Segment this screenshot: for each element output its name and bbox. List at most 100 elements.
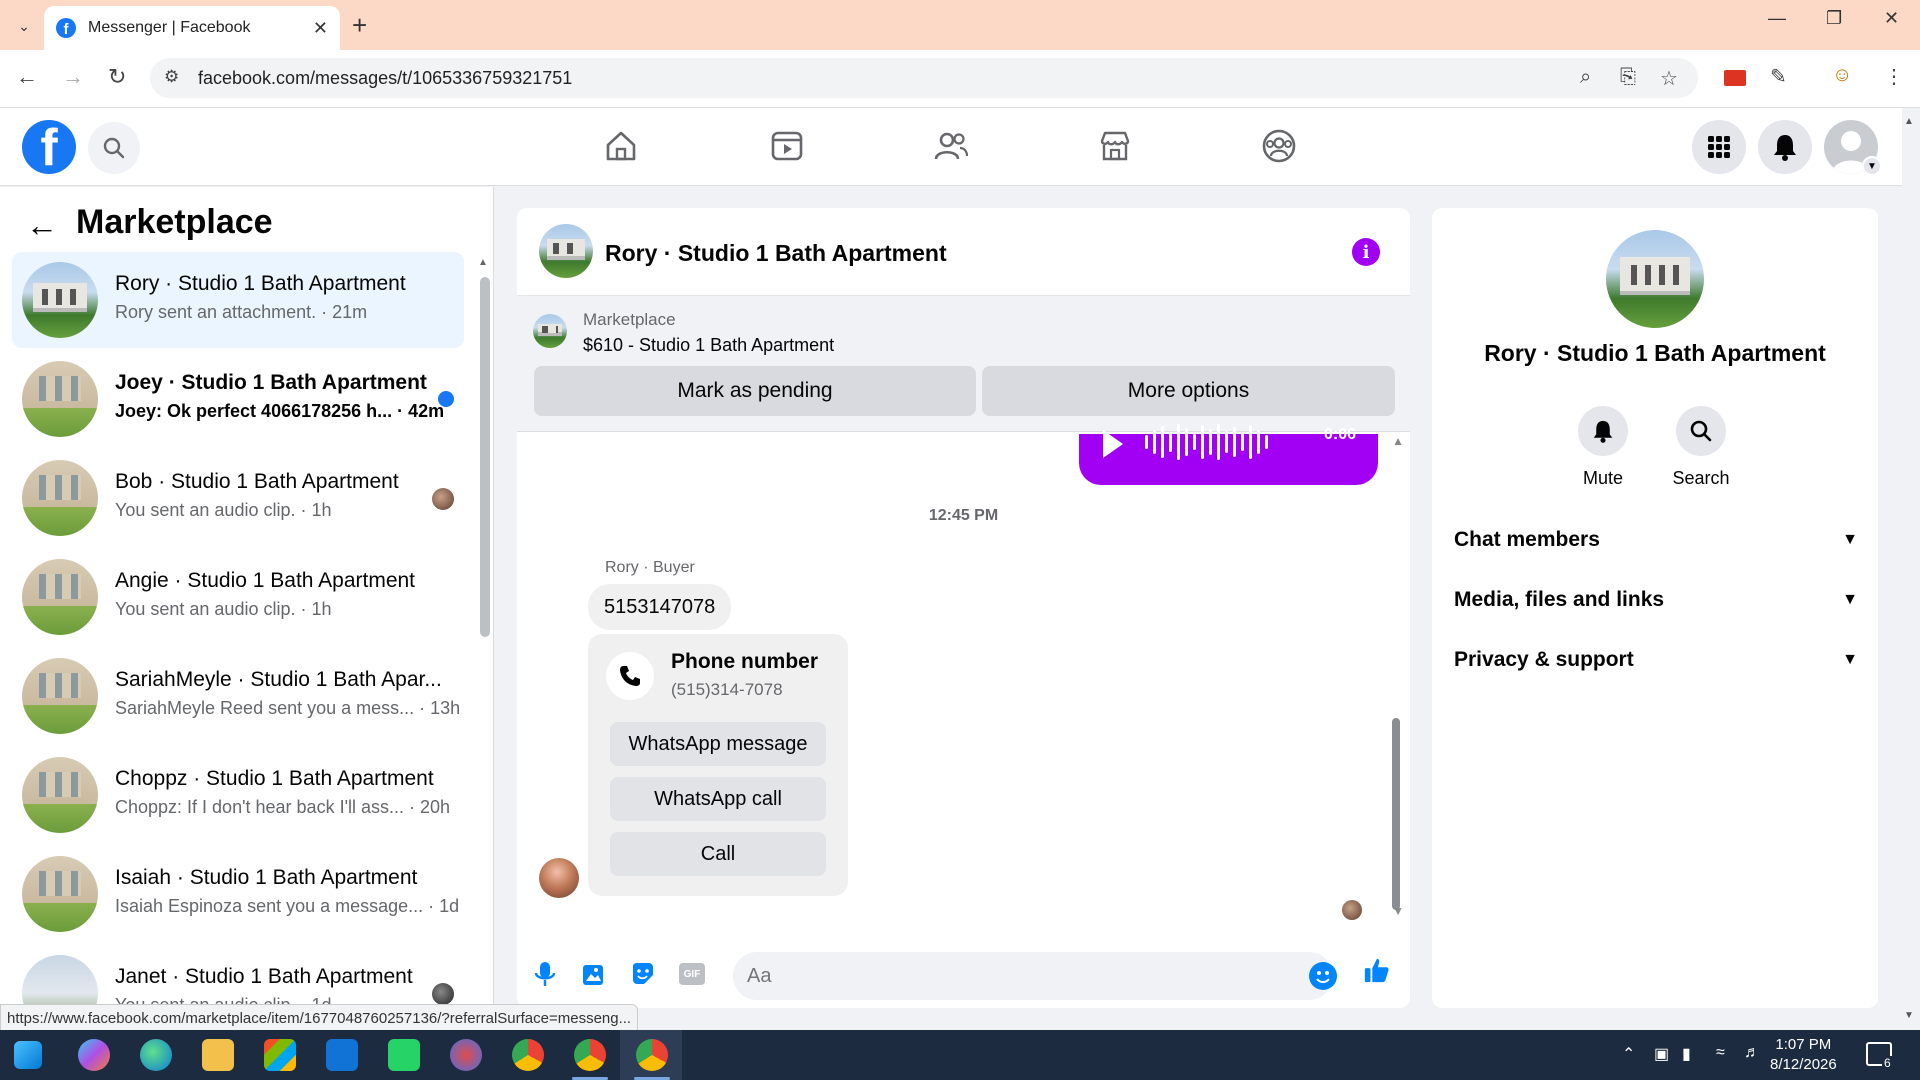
chat-header: Rory · Studio 1 Bath Apartment i [517, 208, 1410, 296]
message-bubble[interactable]: 5153147078 [588, 584, 732, 630]
play-icon[interactable] [1103, 430, 1123, 458]
groups-icon[interactable] [1259, 126, 1299, 166]
volume-icon[interactable]: ♬ [1744, 1044, 1760, 1062]
friends-icon[interactable] [931, 126, 971, 166]
show-hidden-icons[interactable]: ⌃ [1622, 1044, 1635, 1064]
mute-button[interactable]: Mute [1558, 406, 1648, 489]
message-input[interactable] [733, 952, 1333, 1000]
reload-button[interactable]: ↻ [108, 64, 126, 90]
tab-search-button[interactable]: ⌄ [10, 12, 38, 40]
chrome-menu-icon[interactable]: ⋮ [1884, 64, 1904, 89]
conversation-name: Choppz · Studio 1 Bath Apartment [115, 767, 434, 790]
marketplace-icon[interactable] [1095, 126, 1135, 166]
wifi-icon[interactable]: ≈ [1716, 1044, 1725, 1062]
site-info-icon[interactable]: ⚙ [164, 67, 179, 87]
media-files-links-section[interactable]: Media, files and links ▼ [1454, 575, 1858, 625]
bookmark-star-icon[interactable]: ☆ [1660, 66, 1678, 91]
menu-grid-button[interactable] [1692, 120, 1746, 174]
thumbs-up-icon[interactable] [1363, 956, 1391, 984]
conversation-item[interactable]: Rory · Studio 1 Bath Apartment Rory sent… [12, 252, 464, 348]
copilot-icon[interactable] [78, 1039, 110, 1071]
more-options-button[interactable]: More options [982, 366, 1395, 416]
chrome-icon[interactable] [512, 1039, 544, 1071]
conversation-item[interactable]: Choppz · Studio 1 Bath Apartment Choppz:… [12, 747, 464, 843]
sender-avatar[interactable] [539, 858, 579, 898]
zoom-icon[interactable]: ⌕ [1580, 66, 1591, 89]
chrome-profile-icon[interactable] [574, 1039, 606, 1071]
profile-icon[interactable]: ☺ [1832, 64, 1852, 87]
chat-members-section[interactable]: Chat members ▼ [1454, 515, 1858, 565]
chat-scrollbar[interactable] [1392, 718, 1400, 910]
back-arrow-icon[interactable]: ← [26, 207, 58, 244]
call-button[interactable]: Call [610, 832, 826, 876]
conversation-item[interactable]: Angie · Studio 1 Bath Apartment You sent… [12, 549, 464, 645]
listing-title[interactable]: $610 - Studio 1 Bath Apartment [583, 335, 834, 356]
whatsapp-call-button[interactable]: WhatsApp call [610, 777, 826, 821]
tab-close-icon[interactable]: ✕ [313, 18, 328, 39]
address-bar[interactable]: ⚙ facebook.com/messages/t/10653367593217… [150, 58, 1698, 98]
outlook-icon[interactable] [326, 1039, 358, 1071]
meet-now-icon[interactable]: ▣ [1654, 1044, 1669, 1064]
photo-icon[interactable] [580, 960, 608, 988]
search-in-conversation-button[interactable]: Search [1656, 406, 1746, 489]
privacy-support-section[interactable]: Privacy & support ▼ [1454, 635, 1858, 685]
sender-label: Rory · Buyer [605, 559, 695, 576]
notifications-button[interactable] [1758, 120, 1812, 174]
bell-icon [1578, 406, 1628, 456]
conversation-item[interactable]: Joey · Studio 1 Bath Apartment Joey: Ok … [12, 351, 464, 447]
edge-icon[interactable] [140, 1039, 172, 1071]
video-icon[interactable] [767, 126, 807, 166]
store-icon[interactable] [264, 1039, 296, 1071]
tab-title: Messenger | Facebook [88, 19, 251, 36]
restore-button[interactable]: ❐ [1826, 8, 1842, 29]
mark-as-pending-button[interactable]: Mark as pending [534, 366, 976, 416]
back-button[interactable]: ← [16, 64, 38, 90]
whatsapp-message-button[interactable]: WhatsApp message [610, 722, 826, 766]
close-window-button[interactable]: ✕ [1884, 8, 1899, 29]
facebook-logo-icon[interactable]: f [22, 120, 76, 174]
start-icon[interactable] [14, 1041, 42, 1069]
page-scroll-down-icon[interactable]: ▼ [1904, 1010, 1914, 1021]
audio-message-bubble[interactable]: 0:06 [1079, 424, 1378, 485]
facebook-search-button[interactable] [88, 122, 140, 174]
scroll-up-arrow-icon[interactable]: ▲ [1392, 434, 1404, 448]
facebook-favicon-icon: f [56, 18, 76, 38]
chat-title[interactable]: Rory · Studio 1 Bath Apartment [605, 240, 947, 267]
sticker-icon[interactable] [629, 960, 657, 988]
conversation-avatar [22, 361, 98, 437]
scroll-down-arrow-icon[interactable]: ▼ [1392, 904, 1404, 918]
app-icon[interactable] [450, 1039, 482, 1071]
chrome-active-icon[interactable] [636, 1039, 668, 1071]
page-scroll-up-icon[interactable]: ▲ [1904, 116, 1914, 127]
gif-icon[interactable]: GIF [678, 960, 706, 988]
phone-card-title: Phone number [671, 650, 819, 673]
info-icon[interactable]: i [1352, 238, 1380, 266]
microphone-icon[interactable] [531, 960, 559, 988]
minimize-button[interactable]: — [1768, 8, 1786, 29]
unread-indicator [438, 391, 454, 407]
extension-icon[interactable] [1724, 70, 1746, 86]
notification-count: 6 [1882, 1056, 1893, 1070]
file-explorer-icon[interactable] [202, 1039, 234, 1071]
scroll-up-arrow-icon[interactable]: ▲ [478, 257, 488, 268]
browser-tab[interactable]: f Messenger | Facebook ✕ [44, 6, 340, 50]
home-icon[interactable] [601, 126, 641, 166]
chat-window: Rory · Studio 1 Bath Apartment i Marketp… [517, 208, 1410, 1008]
details-avatar[interactable] [1606, 230, 1704, 328]
emoji-icon[interactable] [1309, 962, 1337, 990]
chat-avatar[interactable] [539, 224, 593, 278]
sidebar-scrollbar[interactable] [480, 277, 490, 637]
install-app-icon[interactable]: ⎘ [1620, 66, 1636, 89]
bell-icon [1774, 135, 1796, 161]
whatsapp-icon[interactable] [388, 1039, 420, 1071]
listing-thumbnail[interactable] [533, 314, 567, 348]
battery-icon[interactable]: ▮ [1682, 1044, 1691, 1064]
conversation-item[interactable]: Isaiah · Studio 1 Bath Apartment Isaiah … [12, 846, 464, 942]
conversation-item[interactable]: SariahMeyle · Studio 1 Bath Apar... Sari… [12, 648, 464, 744]
account-chevron-icon[interactable]: ▼ [1862, 156, 1882, 176]
conversation-item[interactable]: Bob · Studio 1 Bath Apartment You sent a… [12, 450, 464, 546]
new-tab-button[interactable]: + [352, 10, 367, 41]
extensions-puzzle-icon[interactable]: ✎ [1770, 64, 1787, 89]
forward-button[interactable]: → [62, 64, 84, 90]
clock[interactable]: 1:07 PM 8/12/2026 [1770, 1035, 1837, 1075]
